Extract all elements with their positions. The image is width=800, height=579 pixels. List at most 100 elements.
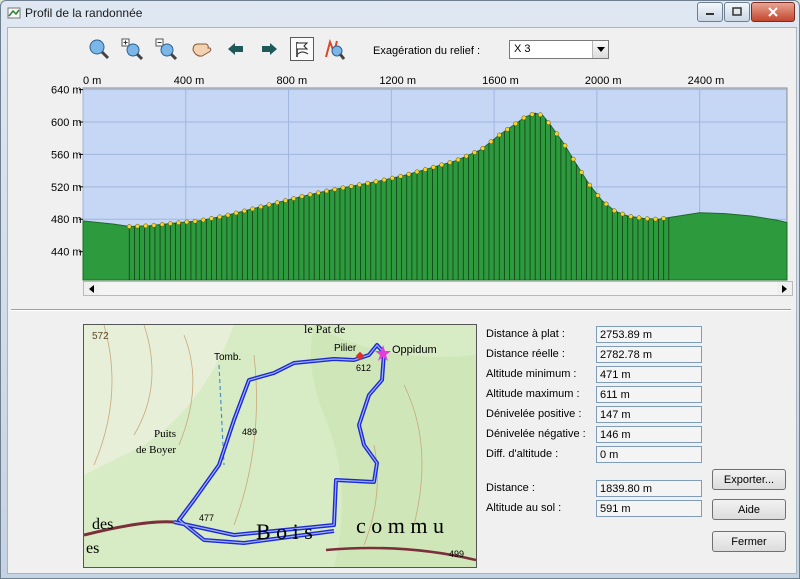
y-tick-label: 520 m: [51, 182, 82, 194]
track-point: [299, 194, 305, 199]
y-tick-label: 560 m: [51, 149, 82, 161]
title-bar: Profil de la randonnée: [1, 1, 799, 27]
x-tick-label: 1600 m: [482, 75, 519, 87]
splitter[interactable]: [11, 309, 791, 311]
track-point: [209, 216, 214, 221]
track-point: [529, 111, 535, 117]
x-tick-label: 0 m: [83, 75, 101, 87]
stat-value: 1839.80 m: [596, 480, 702, 497]
track-point: [233, 210, 239, 216]
minimize-icon: [706, 13, 714, 15]
map-label-572: 572: [92, 331, 109, 342]
minimize-button[interactable]: [697, 2, 723, 22]
track-point: [126, 224, 132, 229]
track-point: [414, 169, 420, 175]
map-label-oppidum: Oppidum: [392, 344, 437, 356]
track-point: [488, 139, 494, 145]
export-button[interactable]: Exporter...: [712, 469, 786, 490]
stat-value: 611 m: [596, 386, 702, 403]
track-point: [176, 220, 181, 226]
track-point: [274, 200, 280, 205]
stat-value: 2753.89 m: [596, 326, 702, 343]
track-point: [406, 171, 412, 177]
stat-value: 0 m: [596, 446, 702, 463]
track-point: [373, 179, 379, 185]
track-point: [570, 156, 576, 162]
track-point: [603, 201, 609, 207]
track-point: [357, 182, 362, 188]
stat-label: Distance réelle :: [486, 348, 565, 360]
stat-value: 591 m: [596, 500, 702, 517]
map-label-pat: le Pat de: [304, 325, 345, 336]
y-tick-label: 600 m: [51, 117, 82, 129]
window-title: Profil de la randonnée: [25, 6, 143, 20]
track-point: [505, 127, 510, 132]
close-icon: [768, 7, 778, 17]
y-tick-label: 440 m: [51, 247, 82, 259]
map-label-612: 612: [356, 363, 371, 373]
track-point: [472, 150, 477, 155]
scroll-right-button[interactable]: [777, 282, 792, 295]
track-point: [192, 218, 198, 224]
route-map[interactable]: 572 Tomb. Pilier Oppidum 612 489 Puits d…: [83, 324, 477, 568]
track-point: [620, 211, 625, 217]
track-point: [283, 198, 288, 203]
track-point: [554, 131, 560, 137]
y-tick-label: 640 m: [51, 85, 82, 97]
track-point: [480, 145, 486, 151]
map-label-489: 489: [242, 427, 257, 437]
track-point: [587, 182, 593, 188]
maximize-button[interactable]: [724, 2, 750, 22]
track-point: [398, 173, 403, 179]
track-point: [258, 204, 264, 210]
map-label-bois: B o i s: [256, 519, 313, 544]
track-point: [266, 202, 272, 208]
track-point: [340, 185, 346, 191]
track-point: [521, 115, 527, 121]
x-tick-label: 400 m: [174, 75, 205, 87]
track-point: [332, 187, 338, 192]
track-point: [422, 167, 428, 172]
track-point: [151, 222, 157, 228]
track-point: [595, 193, 601, 198]
horizontal-scrollbar[interactable]: [83, 281, 793, 296]
stat-label: Dénivelée négative :: [486, 428, 586, 440]
track-point: [324, 188, 329, 194]
stat-value: 147 m: [596, 406, 702, 423]
scroll-left-button[interactable]: [84, 282, 99, 295]
topo-map: 572 Tomb. Pilier Oppidum 612 489 Puits d…: [84, 325, 476, 567]
close-window-button[interactable]: [751, 2, 795, 22]
stat-label: Diff. d'altitude :: [486, 448, 559, 460]
track-point: [653, 216, 658, 222]
track-point: [579, 169, 584, 175]
map-label-477: 477: [199, 513, 214, 523]
track-point: [562, 143, 568, 148]
help-button[interactable]: Aide: [712, 499, 786, 520]
map-label-boyer: de Boyer: [136, 444, 176, 456]
track-point: [200, 217, 206, 223]
stat-value: 2782.78 m: [596, 346, 702, 363]
stat-label: Distance à plat :: [486, 328, 565, 340]
track-point: [365, 180, 371, 186]
map-label-tomb: Tomb.: [214, 352, 241, 363]
track-point: [143, 223, 149, 229]
track-point: [431, 164, 436, 170]
track-point: [316, 190, 321, 196]
track-point: [159, 222, 165, 227]
scroll-left-icon: [89, 284, 94, 293]
map-label-puits: Puits: [154, 428, 176, 440]
stat-label: Altitude au sol :: [486, 502, 562, 514]
x-tick-label: 1200 m: [379, 75, 416, 87]
track-point: [168, 221, 173, 226]
track-point: [644, 216, 650, 221]
close-button[interactable]: Fermer: [712, 531, 786, 552]
elevation-profile-chart[interactable]: 0 m 400 m 800 m 1200 m 1600 m 2000 m 2400 m 640…: [8, 28, 794, 283]
x-tick-label: 2400 m: [688, 75, 725, 87]
stat-label: Distance :: [486, 482, 535, 494]
x-tick-label: 2000 m: [585, 75, 622, 87]
maximize-icon: [732, 7, 742, 16]
map-label-pilier: Pilier: [334, 343, 357, 354]
app-icon: [7, 7, 21, 19]
stat-label: Altitude minimum :: [486, 368, 577, 380]
track-point: [225, 212, 231, 218]
